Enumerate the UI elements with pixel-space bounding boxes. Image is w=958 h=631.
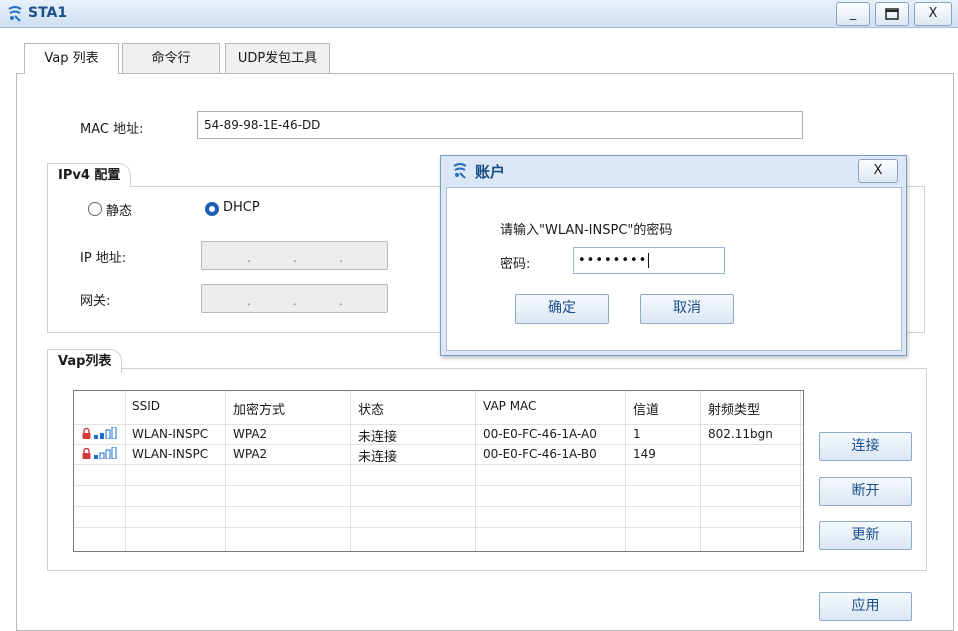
dhcp-radio[interactable]	[205, 202, 219, 216]
row-divider	[74, 444, 803, 445]
status-cell: 未连接	[358, 430, 398, 445]
tab-udp-tool[interactable]: UDP发包工具	[225, 43, 330, 73]
ip-separator: .	[293, 294, 297, 308]
password-label: 密码:	[500, 257, 531, 272]
ip-address-label: IP 地址:	[80, 251, 127, 266]
app-icon	[8, 6, 22, 22]
encryption-cell: WPA2	[233, 447, 268, 461]
maximize-icon	[885, 8, 899, 20]
encryption-cell: WPA2	[233, 427, 268, 441]
column-header-vap-mac[interactable]: VAP MAC	[483, 399, 536, 413]
minimize-button[interactable]: _	[836, 2, 870, 26]
vap-mac-cell: 00-E0-FC-46-1A-B0	[483, 447, 597, 461]
row-divider	[74, 485, 803, 486]
app-icon	[453, 163, 467, 179]
ip-separator: .	[247, 251, 251, 265]
signal-icon	[94, 447, 117, 459]
static-label: 静态	[106, 204, 133, 219]
maximize-button[interactable]	[875, 2, 909, 26]
apply-button[interactable]: 应用	[819, 592, 912, 621]
channel-cell: 149	[633, 447, 656, 461]
channel-cell: 1	[633, 427, 641, 441]
column-header-radio-type[interactable]: 射频类型	[708, 399, 760, 418]
ipv4-group-title: IPv4 配置	[47, 163, 132, 187]
ip-separator: .	[293, 251, 297, 265]
connect-button[interactable]: 连接	[819, 432, 912, 461]
ssid-cell: WLAN-INSPC	[132, 447, 209, 461]
account-dialog: 账户 X 请输入"WLAN-INSPC"的密码 密码: •••••••• 确定 …	[440, 155, 907, 356]
signal-icon	[94, 427, 117, 439]
tab-vap-list[interactable]: Vap 列表	[24, 43, 119, 74]
column-header-encryption[interactable]: 加密方式	[233, 399, 285, 418]
ok-button[interactable]: 确定	[515, 294, 609, 324]
vap-group-title: Vap列表	[47, 349, 123, 373]
disconnect-button[interactable]: 断开	[819, 477, 912, 506]
title-bar: STA1 _ X	[0, 0, 958, 28]
vap-mac-cell: 00-E0-FC-46-1A-A0	[483, 427, 597, 441]
ip-address-field[interactable]: . . .	[201, 241, 388, 270]
column-header-ssid[interactable]: SSID	[132, 399, 160, 413]
ip-separator: .	[247, 294, 251, 308]
lock-icon	[82, 448, 91, 459]
dialog-body: 请输入"WLAN-INSPC"的密码 密码: •••••••• 确定 取消	[446, 187, 902, 351]
vap-table: SSID 加密方式 状态 VAP MAC 信道 射频类型 WLAN-INSPC …	[73, 390, 804, 552]
radio-type-cell: 802.11bgn	[708, 427, 773, 441]
window-title: STA1	[28, 5, 68, 21]
mac-address-field[interactable]: 54-89-98-1E-46-DD	[197, 111, 803, 139]
ip-separator: .	[339, 294, 343, 308]
mac-label: MAC 地址:	[80, 122, 144, 137]
lock-icon	[82, 428, 91, 439]
row-divider	[74, 506, 803, 507]
dialog-close-button[interactable]: X	[858, 159, 898, 183]
dialog-title: 账户	[475, 163, 506, 181]
static-radio[interactable]	[88, 202, 102, 216]
column-header-channel[interactable]: 信道	[633, 399, 659, 418]
password-value: ••••••••	[578, 253, 648, 268]
tab-command-line[interactable]: 命令行	[122, 43, 220, 73]
gateway-field[interactable]: . . .	[201, 284, 388, 313]
ip-separator: .	[339, 251, 343, 265]
ssid-cell: WLAN-INSPC	[132, 427, 209, 441]
gateway-label: 网关:	[80, 294, 111, 309]
password-prompt: 请输入"WLAN-INSPC"的密码	[500, 223, 673, 238]
text-caret	[648, 253, 650, 268]
row-divider	[74, 527, 803, 528]
cancel-button[interactable]: 取消	[640, 294, 734, 324]
row-divider	[74, 424, 803, 425]
refresh-button[interactable]: 更新	[819, 521, 912, 550]
close-button[interactable]: X	[914, 2, 952, 26]
status-cell: 未连接	[358, 450, 398, 465]
dhcp-label: DHCP	[223, 200, 260, 215]
password-field[interactable]: ••••••••	[573, 247, 725, 274]
row-divider	[74, 464, 803, 465]
column-header-status[interactable]: 状态	[358, 399, 384, 418]
